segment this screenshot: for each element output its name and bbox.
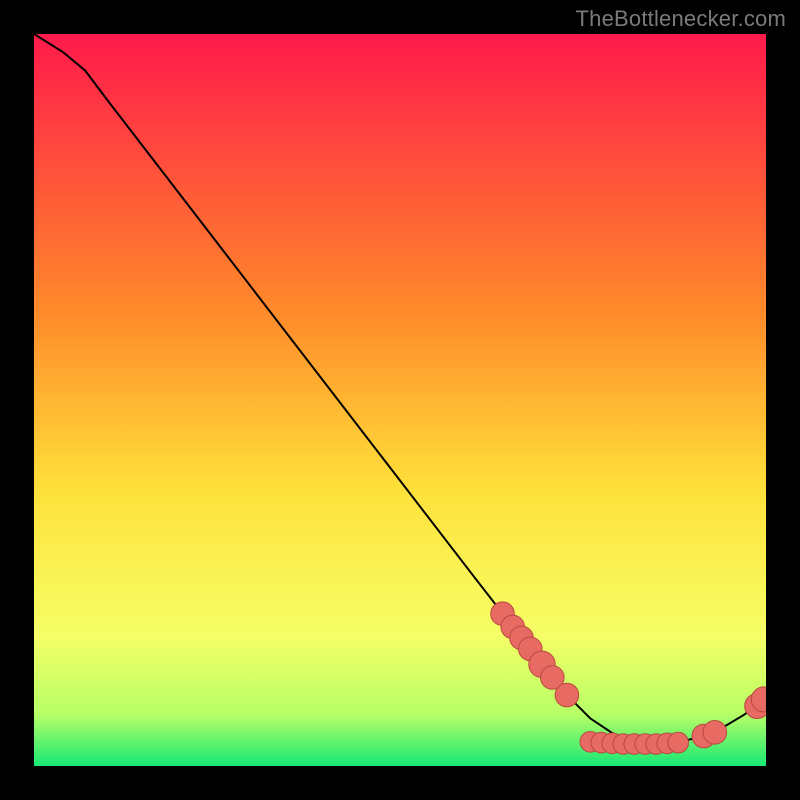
data-marker [668,732,689,753]
gradient-background [34,34,766,766]
watermark-text: TheBottlenecker.com [576,6,786,32]
data-marker [703,721,727,745]
chart-frame: TheBottlenecker.com [0,0,800,800]
chart-svg [34,34,766,766]
data-marker [555,683,579,707]
plot-area [34,34,766,766]
